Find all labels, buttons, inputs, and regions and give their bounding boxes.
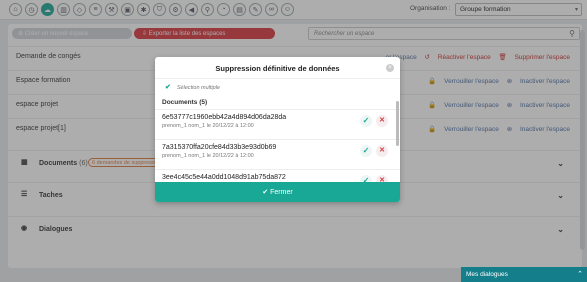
reject-button[interactable]: ✕ xyxy=(376,115,388,127)
close-button[interactable]: ✔ Fermer xyxy=(155,182,400,202)
check-icon: ✔ xyxy=(165,84,171,91)
approve-button[interactable]: ✓ xyxy=(360,145,372,157)
approve-button[interactable]: ✓ xyxy=(360,115,372,127)
my-dialogues-bar[interactable]: Mes dialogues ⌃ xyxy=(461,267,587,282)
chevron-up-icon[interactable]: ⌃ xyxy=(577,270,583,278)
list-item: 7a315370ffa20cfe84d33b3e93d0b69 prenom_1… xyxy=(155,139,400,169)
list-item: 6e53777c1960ebb42a4d894d06da28da prenom_… xyxy=(155,109,400,139)
document-name: 7a315370ffa20cfe84d33b3e93d0b69 xyxy=(162,144,277,151)
reject-button[interactable]: ✕ xyxy=(376,145,388,157)
modal-title: Suppression définitive de données xyxy=(155,57,400,79)
documents-header: Documents (5) xyxy=(162,99,208,106)
multi-select-toggle[interactable]: ✔ Sélection multiple xyxy=(165,83,220,91)
close-icon[interactable]: × xyxy=(386,64,394,72)
modal-scrollbar[interactable] xyxy=(396,101,399,146)
document-meta: prenom_1 nom_1 le 20/12/22 à 12:00 xyxy=(162,153,254,159)
check-icon: ✔ xyxy=(262,189,271,196)
document-name: 3ee4c45c5e44a0dd1048d91ab75da872 xyxy=(162,174,286,181)
deletion-modal: Suppression définitive de données × ✔ Sél… xyxy=(155,57,400,202)
document-name: 6e53777c1960ebb42a4d894d06da28da xyxy=(162,114,287,121)
document-meta: prenom_1 nom_1 le 20/12/22 à 12:00 xyxy=(162,123,254,129)
